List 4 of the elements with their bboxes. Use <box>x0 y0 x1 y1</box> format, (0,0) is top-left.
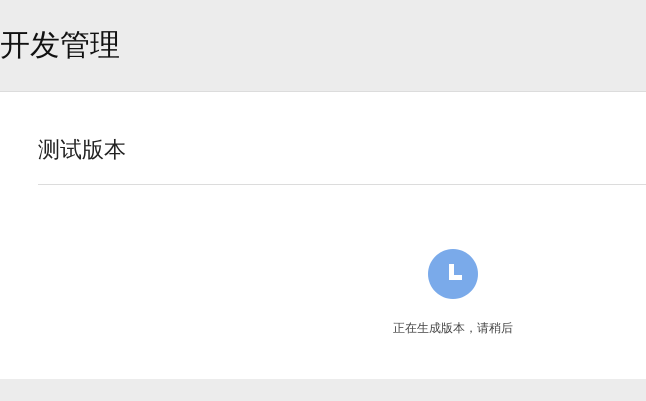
section-title: 测试版本 <box>38 92 646 185</box>
page-title: 开发管理 <box>0 27 120 65</box>
status-message: 正在生成版本，请稍后 <box>393 320 513 337</box>
clock-icon <box>428 249 478 299</box>
